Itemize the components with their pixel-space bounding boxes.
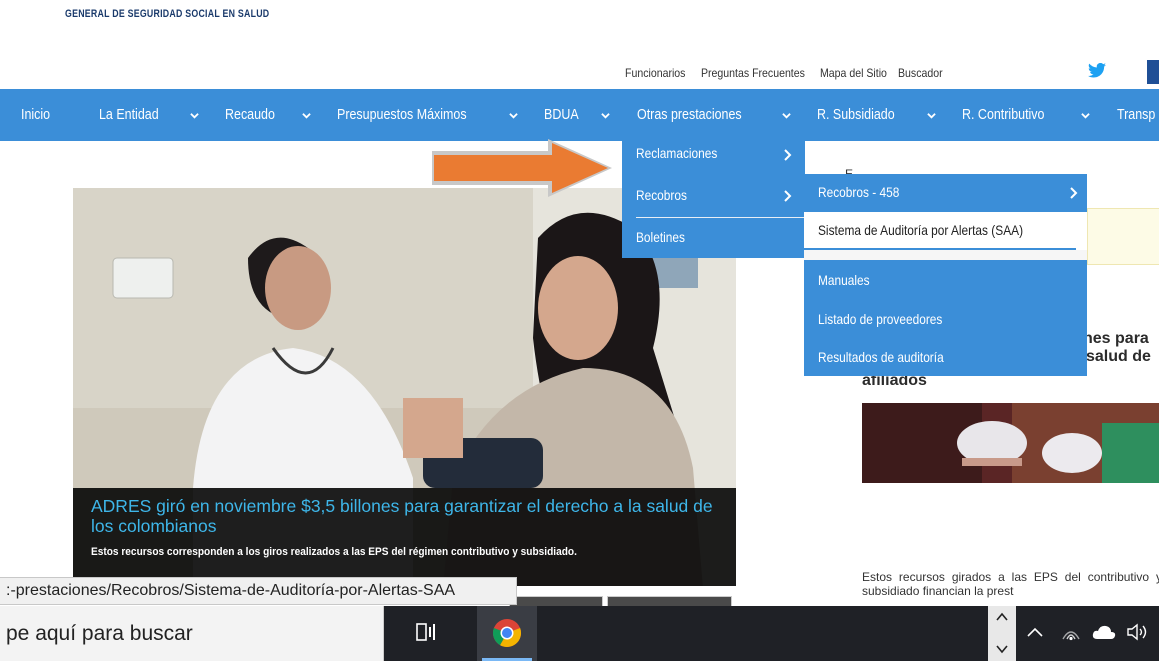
nav-item-label: R. Subsidiado	[817, 107, 895, 123]
dropdown-item-label: Reclamaciones	[636, 145, 718, 161]
utility-link-preguntas[interactable]: Preguntas Frecuentes	[701, 66, 805, 80]
chevron-down-icon[interactable]	[996, 644, 1008, 654]
nav-item-la-entidad[interactable]: La Entidad	[99, 89, 168, 141]
chevron-down-icon	[1081, 113, 1090, 119]
dropdown-item-recobros[interactable]: Recobros	[622, 177, 805, 213]
dropdown-gap	[804, 250, 1087, 260]
nav-item-label: Inicio	[21, 107, 51, 123]
task-view-icon[interactable]	[415, 621, 437, 643]
twitter-icon[interactable]	[1088, 62, 1106, 83]
hero-title[interactable]: ADRES giró en noviembre $3,5 billones pa…	[91, 496, 731, 536]
news-text: Estos recursos girados a las EPS del con…	[862, 570, 1159, 598]
taskbar-scroll-control[interactable]	[988, 606, 1016, 661]
nav-item-transparencia[interactable]: Transp	[1117, 89, 1159, 141]
chevron-down-icon	[302, 113, 311, 119]
nav-item-label: La Entidad	[99, 107, 159, 123]
annotation-arrow-icon	[432, 139, 612, 197]
hero-subtitle: Estos recursos corresponden a los giros …	[91, 546, 577, 558]
facebook-icon[interactable]	[1147, 60, 1159, 84]
chrome-icon	[492, 619, 522, 647]
speaker-icon[interactable]	[1126, 623, 1150, 641]
nav-item-label: Otras prestaciones	[637, 107, 742, 123]
utility-link-buscador[interactable]: Buscador	[898, 66, 943, 80]
dropdown-item-manuales[interactable]: Manuales	[804, 263, 1087, 297]
nav-item-inicio[interactable]: Inicio	[21, 89, 55, 141]
hero-caption: ADRES giró en noviembre $3,5 billones pa…	[73, 488, 736, 586]
dropdown-item-saa[interactable]: Sistema de Auditoría por Alertas (SAA)	[804, 212, 1087, 250]
chrome-taskbar-button[interactable]	[477, 606, 537, 661]
chevron-right-icon	[784, 149, 792, 161]
chevron-right-icon	[784, 190, 792, 202]
dropdown-item-label: Manuales	[818, 272, 870, 288]
chevron-up-icon[interactable]	[996, 612, 1008, 622]
news-title-line-1: nes para	[1083, 330, 1149, 347]
chevron-down-icon	[782, 113, 791, 119]
chevron-down-icon	[509, 113, 518, 119]
dropdown-item-label: Listado de proveedores	[818, 311, 943, 327]
nav-item-label: BDUA	[544, 107, 579, 123]
nav-item-otras-prestaciones[interactable]: Otras prestaciones	[637, 89, 759, 141]
utility-links: Funcionarios Preguntas Frecuentes Mapa d…	[625, 66, 955, 80]
nav-item-label: Transp	[1117, 107, 1156, 123]
show-hidden-icons-icon[interactable]	[1027, 626, 1043, 638]
nav-item-r-contributivo[interactable]: R. Contributivo	[962, 89, 1058, 141]
chevron-down-icon	[927, 113, 936, 119]
nav-item-label: R. Contributivo	[962, 107, 1045, 123]
news-image[interactable]	[862, 403, 1159, 483]
dropdown-item-label: Recobros	[636, 187, 687, 203]
dropdown-divider	[636, 217, 805, 218]
dropdown-item-listado-proveedores[interactable]: Listado de proveedores	[804, 302, 1087, 336]
dropdown-item-reclamaciones[interactable]: Reclamaciones	[622, 137, 805, 173]
dropdown-item-label: Resultados de auditoría	[818, 349, 944, 365]
dropdown-item-label: Boletines	[636, 229, 685, 245]
dropdown-item-label: Recobros - 458	[818, 184, 900, 200]
nav-item-presupuestos-maximos[interactable]: Presupuestos Máximos	[337, 89, 488, 141]
nav-item-recaudo[interactable]: Recaudo	[225, 89, 283, 141]
chevron-down-icon	[190, 113, 199, 119]
wifi-icon[interactable]	[1061, 623, 1081, 641]
status-bar-url: :-prestaciones/Recobros/Sistema-de-Audit…	[0, 577, 517, 605]
chevron-right-icon	[1070, 187, 1078, 199]
chevron-down-icon	[601, 113, 610, 119]
notice-box	[1087, 208, 1159, 265]
dropdown-item-boletines[interactable]: Boletines	[622, 219, 805, 255]
dropdown-otras-prestaciones: Reclamaciones Recobros Boletines	[622, 137, 805, 258]
news-title-line-2: salud de	[1086, 348, 1151, 365]
nav-item-label: Recaudo	[225, 107, 275, 123]
nav-item-bdua[interactable]: BDUA	[544, 89, 584, 141]
dropdown-item-recobros-458[interactable]: Recobros - 458	[804, 174, 1087, 210]
main-navigation: Inicio La Entidad Recaudo Presupuestos M…	[0, 89, 1159, 141]
dropdown-item-label: Sistema de Auditoría por Alertas (SAA)	[818, 222, 1024, 238]
nav-item-label: Presupuestos Máximos	[337, 107, 467, 123]
nav-item-r-subsidiado[interactable]: R. Subsidiado	[817, 89, 907, 141]
header-org-text: GENERAL DE SEGURIDAD SOCIAL EN SALUD	[65, 8, 270, 20]
onedrive-cloud-icon[interactable]	[1092, 624, 1116, 640]
taskbar-search-placeholder: pe aquí para buscar	[6, 622, 193, 645]
utility-link-mapa[interactable]: Mapa del Sitio	[820, 66, 887, 80]
taskbar-search-box[interactable]: pe aquí para buscar	[0, 606, 384, 661]
utility-link-funcionarios[interactable]: Funcionarios	[625, 66, 685, 80]
dropdown-recobros: Recobros - 458 Sistema de Auditoría por …	[804, 174, 1087, 376]
windows-taskbar: pe aquí para buscar	[0, 606, 1159, 661]
dropdown-item-resultados-auditoria[interactable]: Resultados de auditoría	[804, 340, 1087, 374]
